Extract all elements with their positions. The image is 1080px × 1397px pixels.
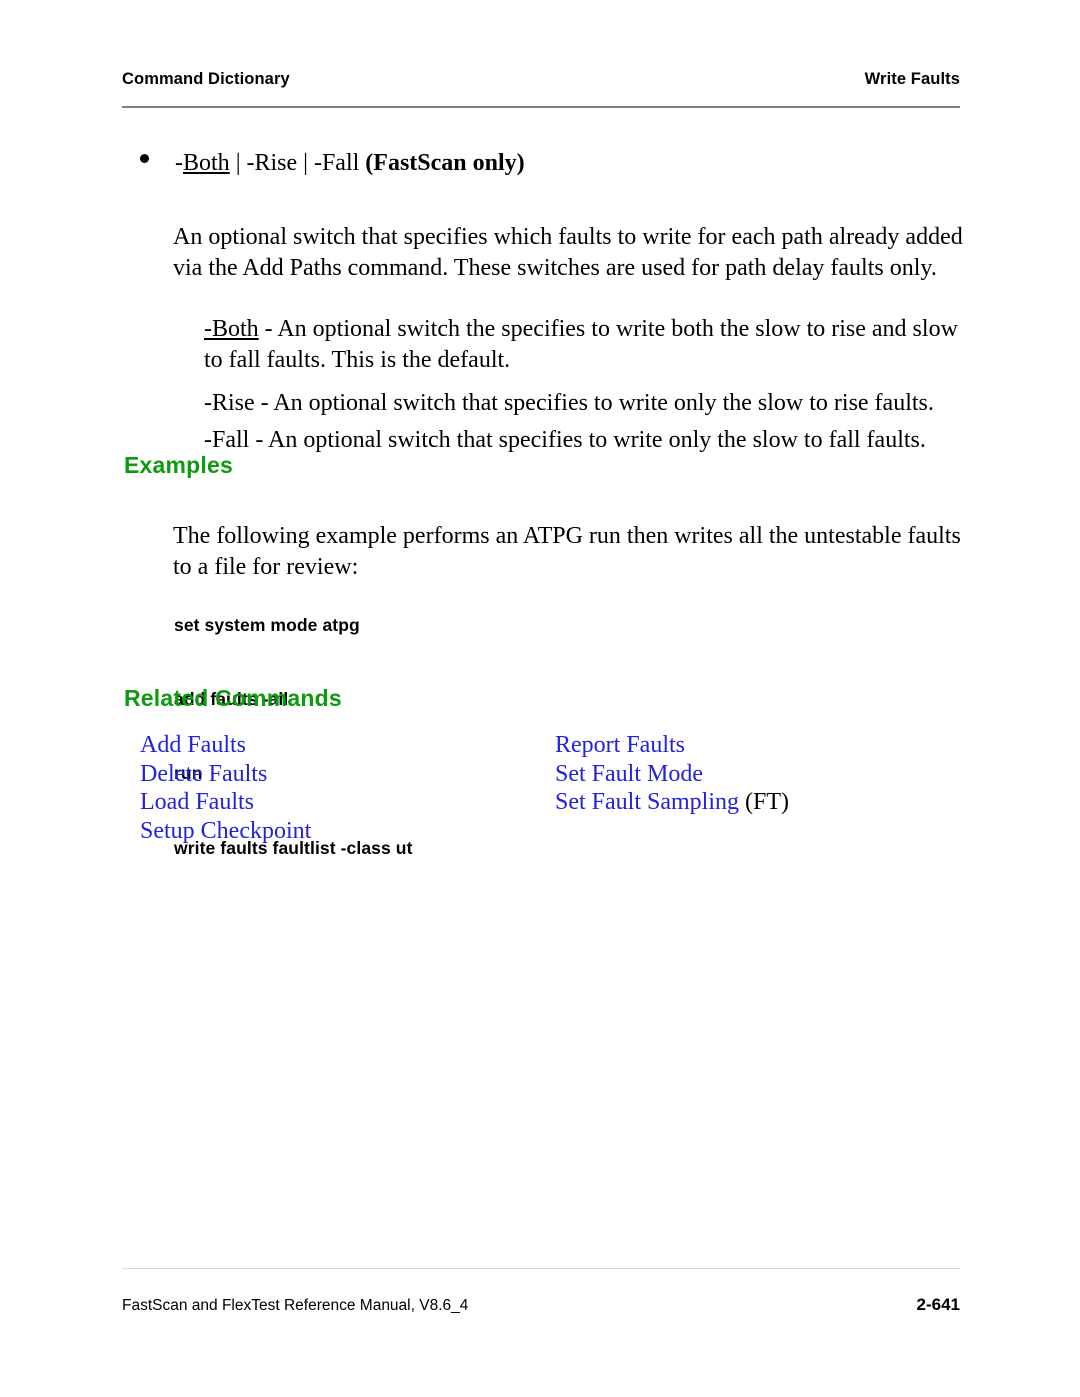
definition-both-text: - An optional switch the specifies to wr… (204, 316, 958, 373)
bullet-separator-2: | - (297, 150, 322, 176)
switch-qualifier: (FastScan only) (359, 150, 525, 176)
related-command-link[interactable]: Setup Checkpoint (140, 817, 555, 846)
section-heading-related-commands: Related Commands (124, 685, 342, 711)
footer-page-number: 2-641 (916, 1295, 960, 1314)
switch-both-term: Both (183, 150, 230, 176)
definition-fall: -Fall - An optional switch that specifie… (204, 427, 926, 453)
link-label: Set Fault Mode (555, 760, 703, 787)
related-commands-column-left: Add Faults Delete Faults Load Faults Set… (140, 731, 555, 845)
bullet-prefix: - (175, 150, 183, 176)
related-command-link[interactable]: Delete Faults (140, 760, 555, 789)
link-label: Delete Faults (140, 760, 268, 787)
definition-rise: -Rise - An optional switch that specifie… (204, 390, 934, 416)
link-label: Load Faults (140, 789, 254, 815)
footer-manual-title: FastScan and FlexTest Reference Manual, … (122, 1297, 469, 1314)
page-footer: FastScan and FlexTest Reference Manual, … (122, 1295, 960, 1315)
footer-divider-rule (122, 1268, 960, 1269)
related-command-link[interactable]: Set Fault Sampling (FT) (555, 788, 970, 817)
switch-bullet-text: -Both | -Rise | -Fall (FastScan only) (175, 148, 960, 178)
section-heading-examples: Examples (124, 452, 233, 478)
related-commands-column-right: Report Faults Set Fault Mode Set Fault S… (555, 731, 970, 845)
switch-bullet-item: -Both | -Rise | -Fall (FastScan only) (140, 148, 960, 178)
definition-both-term: -Both (204, 316, 259, 342)
related-command-link[interactable]: Add Faults (140, 731, 555, 760)
related-commands-list: Add Faults Delete Faults Load Faults Set… (140, 731, 970, 845)
definition-both: -Both - An optional switch the specifies… (204, 314, 964, 376)
switch-fall-term: Fall (321, 150, 360, 176)
bullet-dot-icon (140, 154, 149, 163)
link-label: Report Faults (555, 732, 685, 758)
document-page: Command Dictionary Write Faults -Both | … (0, 0, 1080, 1397)
header-divider-rule (122, 106, 960, 108)
switch-rise-term: Rise (254, 150, 298, 176)
related-command-link[interactable]: Load Faults (140, 788, 555, 817)
related-command-link[interactable]: Report Faults (555, 731, 970, 760)
code-line: set system mode atpg (174, 614, 360, 635)
page-header: Command Dictionary Write Faults (122, 70, 960, 89)
header-right-title: Write Faults (864, 70, 960, 88)
header-left-title: Command Dictionary (122, 70, 290, 88)
link-suffix: (FT) (739, 789, 790, 815)
link-label: Setup Checkpoint (140, 817, 312, 844)
link-label: Set Fault Sampling (555, 789, 740, 815)
related-command-link[interactable]: Set Fault Mode (555, 760, 970, 789)
switch-description-paragraph: An optional switch that specifies which … (173, 224, 963, 281)
bullet-separator-1: | - (229, 150, 255, 176)
link-label: Add Faults (140, 732, 247, 758)
